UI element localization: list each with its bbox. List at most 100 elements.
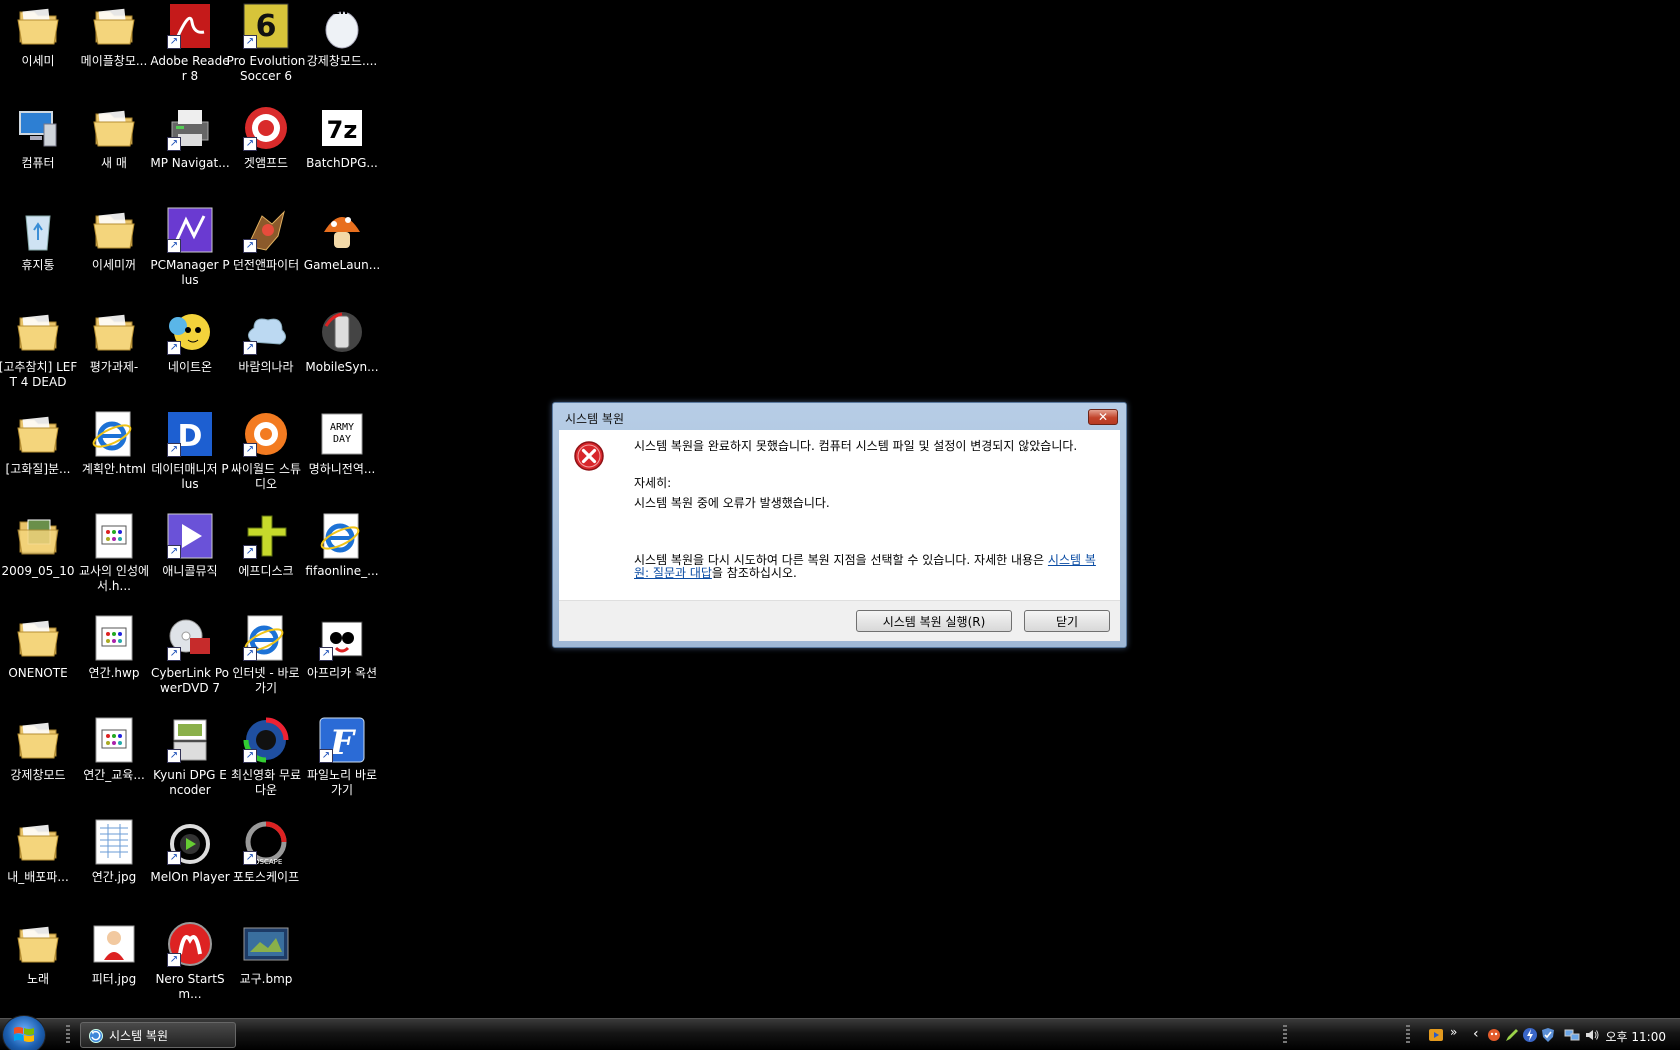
- game-6-icon: 6 ↗: [242, 2, 290, 50]
- tray-grip-left[interactable]: [1283, 1025, 1287, 1045]
- desktop-icon[interactable]: ZIP 강제창모드....: [304, 2, 380, 102]
- f-app-icon: F ↗: [318, 716, 366, 764]
- svg-text:DAY: DAY: [333, 434, 351, 445]
- desktop-icon[interactable]: ↗ 에프디스크: [228, 512, 304, 612]
- desktop-icon-label: Adobe Reader 8: [150, 54, 230, 83]
- task-system-restore[interactable]: 시스템 복원: [80, 1022, 236, 1048]
- dialog-titlebar[interactable]: 시스템 복원 ✕: [553, 403, 1126, 429]
- shortcut-arrow-icon: ↗: [243, 749, 257, 763]
- desktop-icon[interactable]: ONENOTE: [0, 614, 76, 714]
- desktop-icon[interactable]: ↗ 애니콜뮤직: [152, 512, 228, 612]
- chat-tray-icon[interactable]: [1486, 1027, 1502, 1043]
- desktop-icon[interactable]: ↗ 최신영화 무료다운: [228, 716, 304, 816]
- clock[interactable]: 오후 11:00: [1606, 1028, 1666, 1045]
- desktop-icon[interactable]: ↗ 바람의나라: [228, 308, 304, 408]
- svg-text:ARMY: ARMY: [330, 422, 354, 433]
- desktop-icon[interactable]: ↗ 네이트온: [152, 308, 228, 408]
- desktop-icon-label: CyberLink PowerDVD 7: [151, 666, 229, 695]
- desktop-icon[interactable]: 평가과제-: [76, 308, 152, 408]
- desktop-icon-label: 네이트온: [167, 360, 213, 374]
- desktop-icon[interactable]: 이세미꺼: [76, 206, 152, 306]
- desktop-icon[interactable]: ↗ Adobe Reader 8: [150, 2, 230, 102]
- tray-overflow-chevron[interactable]: »: [1450, 1025, 1457, 1039]
- desktop-icon[interactable]: 강제창모드: [0, 716, 76, 816]
- media-player-tray-icon[interactable]: [1428, 1027, 1444, 1043]
- desktop-icon[interactable]: ↗ 겟앰프드: [228, 104, 304, 204]
- desktop-icon-label: 연간_교육...: [83, 768, 145, 782]
- desktop-icon[interactable]: 컴퓨터: [0, 104, 76, 204]
- folder-icon: [90, 308, 138, 356]
- desktop-icon[interactable]: ↗ Kyuni DPG Encoder: [152, 716, 228, 816]
- desktop-icon[interactable]: D ↗ 데이터매니저 Plus: [151, 410, 229, 510]
- desktop-icon[interactable]: ↗ 아프리카 옥션: [304, 614, 380, 714]
- nateon-icon: ↗: [166, 308, 214, 356]
- desktop-icon[interactable]: 연간.jpg: [76, 818, 152, 918]
- desktop-icon[interactable]: fifaonline_...: [304, 512, 380, 612]
- desktop-icon[interactable]: ↗ PCManager Plus: [150, 206, 230, 306]
- computer-icon: [14, 104, 62, 152]
- desktop-icon[interactable]: F ↗ 파일노리 바로가기: [304, 716, 380, 816]
- desktop-icon[interactable]: ↗ MelOn Player: [150, 818, 230, 918]
- desktop-icon[interactable]: 6 ↗ Pro Evolution Soccer 6: [227, 2, 305, 102]
- svg-text:7z: 7z: [327, 116, 358, 144]
- desktop-icon[interactable]: [고추참치] LEFT 4 DEAD: [0, 308, 77, 408]
- folder-icon: [14, 2, 62, 50]
- photoscape-icon: TOSCAPE ↗: [242, 818, 290, 866]
- volume-tray-icon[interactable]: [1584, 1027, 1600, 1043]
- desktop-icon-label: 피터.jpg: [91, 972, 137, 986]
- desktop-icon[interactable]: ↗ MP Navigat...: [150, 104, 230, 204]
- desktop-icon[interactable]: 연간_교육...: [76, 716, 152, 816]
- desktop-icon-label: 바람의나라: [238, 360, 294, 374]
- network-tray-icon[interactable]: [1564, 1027, 1580, 1043]
- svg-text:D: D: [178, 419, 203, 454]
- run-system-restore-button[interactable]: 시스템 복원 실행(R): [856, 610, 1012, 632]
- shortcut-arrow-icon: ↗: [167, 239, 181, 253]
- taskbar-grip[interactable]: [66, 1025, 70, 1045]
- desktop-icon[interactable]: TOSCAPE ↗ 포토스케이프: [228, 818, 304, 918]
- desktop-icon-label: ONENOTE: [8, 666, 68, 680]
- desktop-icon-label: 던전앤파이터: [232, 258, 300, 272]
- desktop-icon[interactable]: 휴지통: [0, 206, 76, 306]
- desktop-icon[interactable]: 새 매: [76, 104, 152, 204]
- desktop-icon-label: Kyuni DPG Encoder: [153, 768, 227, 797]
- dialog-content: 시스템 복원을 완료하지 못했습니다. 컴퓨터 시스템 파일 및 설정이 변경되…: [559, 430, 1120, 603]
- start-button[interactable]: [2, 1015, 46, 1050]
- close-button[interactable]: 닫기: [1024, 610, 1110, 632]
- desktop-icon[interactable]: ARMY DAY 명하니전역...: [304, 410, 380, 510]
- play-icon: ↗: [166, 512, 214, 560]
- folder-icon: [14, 614, 62, 662]
- tray-expand-arrow[interactable]: ‹: [1473, 1026, 1479, 1042]
- desktop-icon[interactable]: ↗ 던전앤파이터: [228, 206, 304, 306]
- desktop-icon-label: 새 매: [101, 156, 127, 170]
- desktop-icon[interactable]: 교사의 인성에서.h...: [76, 512, 152, 612]
- desktop-icon-label: GameLaun...: [303, 258, 381, 272]
- desktop-icon[interactable]: ↗ CyberLink PowerDVD 7: [151, 614, 229, 714]
- flash-tray-icon[interactable]: [1522, 1027, 1538, 1043]
- desktop-icon[interactable]: [고화질]분...: [0, 410, 76, 510]
- desktop-icon[interactable]: GameLaun...: [304, 206, 380, 306]
- desktop-icon[interactable]: 노래: [0, 920, 76, 1020]
- dialog-client: 시스템 복원을 완료하지 못했습니다. 컴퓨터 시스템 파일 및 설정이 변경되…: [559, 430, 1120, 641]
- desktop-icon-label: PCManager Plus: [150, 258, 230, 287]
- desktop-icon[interactable]: ↗ Nero StartSm...: [152, 920, 228, 1020]
- desktop-icon[interactable]: 2009_05_10: [0, 512, 76, 612]
- desktop-icon[interactable]: 이세미: [0, 2, 76, 102]
- desktop-icon[interactable]: ↗ 싸이월드 스튜디오: [228, 410, 304, 510]
- desktop-icon[interactable]: 메이플창모...: [76, 2, 152, 102]
- desktop-icon[interactable]: MobileSyn...: [304, 308, 380, 408]
- folder-icon: [14, 410, 62, 458]
- pen-tray-icon[interactable]: [1504, 1027, 1520, 1043]
- desktop-icon[interactable]: 연간.hwp: [76, 614, 152, 714]
- desktop-icon[interactable]: 7z BatchDPG...: [304, 104, 380, 204]
- desktop-icon[interactable]: 교구.bmp: [228, 920, 304, 1020]
- security-shield-tray-icon[interactable]: [1540, 1027, 1556, 1043]
- desktop-icon[interactable]: ↗ 인터넷 - 바로 가기: [228, 614, 304, 714]
- dialog-close-button[interactable]: ✕: [1088, 409, 1118, 425]
- desktop-icon[interactable]: 내_배포파...: [0, 818, 76, 918]
- dialog-title: 시스템 복원: [565, 412, 625, 426]
- cyworld-icon: ↗: [242, 410, 290, 458]
- desktop-icon-label: 휴지통: [21, 258, 55, 272]
- system-tray: » ‹ 오후 11:00: [1380, 1019, 1680, 1050]
- desktop-icon[interactable]: 계획안.html: [76, 410, 152, 510]
- desktop-icon[interactable]: 피터.jpg: [76, 920, 152, 1020]
